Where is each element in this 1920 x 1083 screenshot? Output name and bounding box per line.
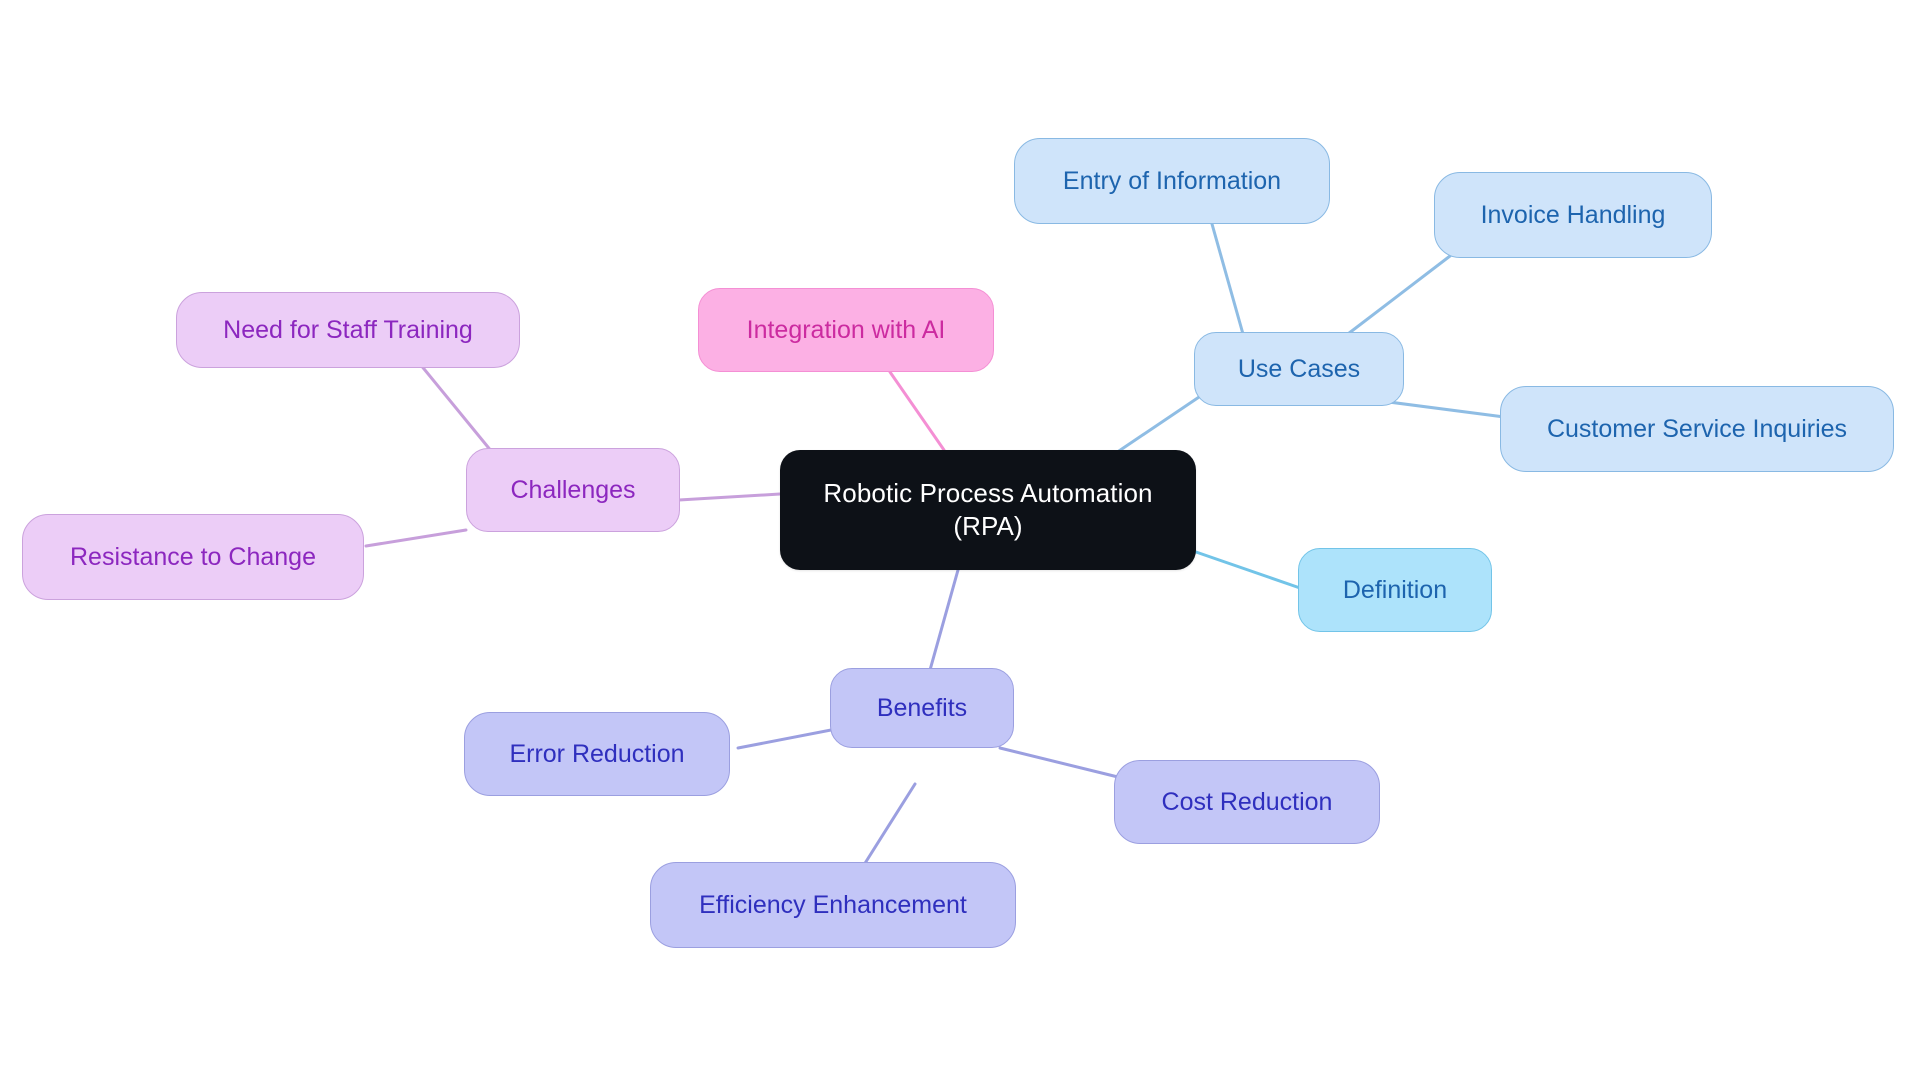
node-cost-reduction[interactable]: Cost Reduction <box>1114 760 1380 844</box>
node-root-label: Robotic Process Automation (RPA) <box>823 477 1153 541</box>
node-entry-of-information-label: Entry of Information <box>1062 167 1282 195</box>
node-error-reduction[interactable]: Error Reduction <box>464 712 730 796</box>
mindmap-canvas: Robotic Process Automation (RPA) Use Cas… <box>0 0 1920 1083</box>
edge-root-to-challenges <box>677 492 782 502</box>
node-efficiency-enhancement[interactable]: Efficiency Enhancement <box>650 862 1016 948</box>
node-definition[interactable]: Definition <box>1298 548 1492 632</box>
node-integration-with-ai-label: Integration with AI <box>746 316 946 344</box>
edge-benefits-to-cost-reduction <box>998 746 1124 780</box>
node-integration-with-ai[interactable]: Integration with AI <box>698 288 994 372</box>
node-challenges[interactable]: Challenges <box>466 448 680 532</box>
node-resistance-to-change[interactable]: Resistance to Change <box>22 514 364 600</box>
edge-benefits-to-efficiency-enhancement <box>860 782 917 870</box>
node-definition-label: Definition <box>1342 576 1448 604</box>
node-entry-of-information[interactable]: Entry of Information <box>1014 138 1330 224</box>
node-use-cases-label: Use Cases <box>1237 355 1361 383</box>
node-error-reduction-label: Error Reduction <box>509 740 685 768</box>
edge-challenges-to-resistance-to-change <box>364 528 468 548</box>
node-customer-service-inquiries-label: Customer Service Inquiries <box>1546 415 1848 443</box>
edge-use-cases-to-entry-of-information <box>1210 222 1245 336</box>
node-invoice-handling-label: Invoice Handling <box>1480 201 1666 229</box>
node-root[interactable]: Robotic Process Automation (RPA) <box>780 450 1196 570</box>
node-challenges-label: Challenges <box>510 476 636 504</box>
node-need-for-staff-training-label: Need for Staff Training <box>223 316 473 344</box>
node-invoice-handling[interactable]: Invoice Handling <box>1434 172 1712 258</box>
edge-challenges-to-need-for-staff-training <box>418 362 494 454</box>
node-customer-service-inquiries[interactable]: Customer Service Inquiries <box>1500 386 1894 472</box>
node-need-for-staff-training[interactable]: Need for Staff Training <box>176 292 520 368</box>
edge-root-to-integration-with-ai <box>888 370 946 452</box>
node-efficiency-enhancement-label: Efficiency Enhancement <box>699 891 967 919</box>
edge-root-to-definition <box>1194 550 1302 590</box>
node-use-cases[interactable]: Use Cases <box>1194 332 1404 406</box>
edge-use-cases-to-invoice-handling <box>1338 254 1452 342</box>
node-benefits[interactable]: Benefits <box>830 668 1014 748</box>
edge-root-to-use-cases <box>1108 391 1207 459</box>
node-resistance-to-change-label: Resistance to Change <box>70 543 316 571</box>
node-cost-reduction-label: Cost Reduction <box>1161 788 1333 816</box>
edge-root-to-benefits <box>928 568 960 672</box>
node-benefits-label: Benefits <box>876 694 968 722</box>
